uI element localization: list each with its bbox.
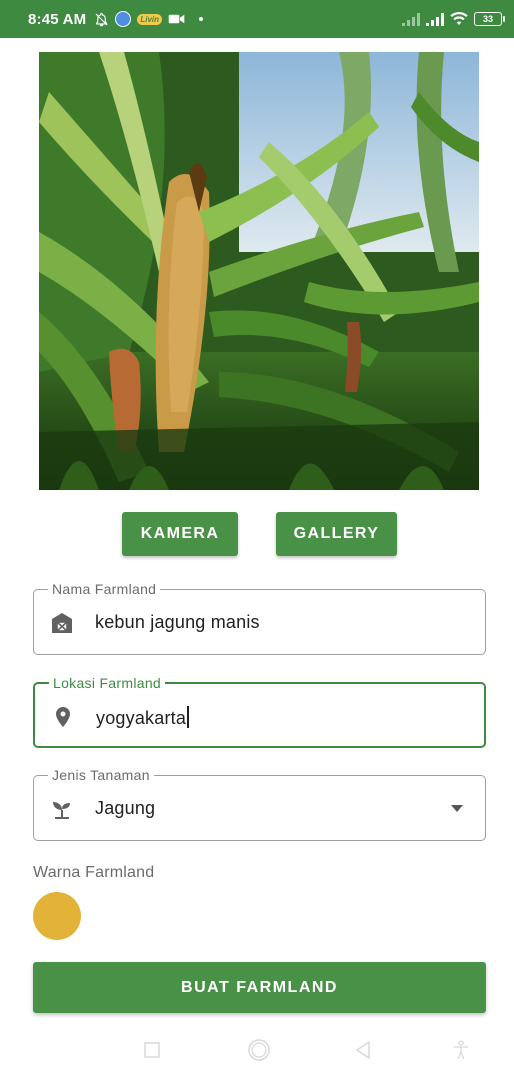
battery-icon: 33 [474, 12, 505, 26]
circle-icon [248, 1039, 270, 1061]
crop-type-label: Jenis Tanaman [48, 767, 154, 783]
back-triangle-icon [355, 1041, 370, 1059]
farmland-photo[interactable] [39, 52, 479, 490]
farmland-location-label: Lokasi Farmland [49, 675, 165, 691]
barn-icon [52, 613, 72, 633]
farmland-color-picker[interactable] [33, 892, 81, 940]
dropdown-arrow-icon[interactable] [451, 805, 463, 812]
crop-type-dropdown[interactable]: Jenis Tanaman Jagung [33, 767, 486, 841]
farmland-location-field[interactable]: Lokasi Farmland yogyakarta [33, 675, 486, 748]
corn-field-photo [39, 52, 479, 490]
status-time: 8:45 AM [28, 10, 87, 28]
location-pin-icon [56, 707, 70, 727]
farmland-color-label: Warna Farmland [33, 864, 155, 881]
video-icon [168, 14, 185, 24]
farmland-name-input[interactable]: kebun jagung manis [95, 612, 260, 633]
livin-badge: Livin [137, 13, 163, 25]
text-cursor [187, 706, 190, 728]
system-icons: 33 [402, 12, 505, 26]
system-nav-bar [0, 1030, 514, 1070]
accessibility-icon [454, 1040, 468, 1060]
square-icon [144, 1042, 160, 1058]
bell-off-icon [95, 12, 108, 26]
create-farmland-button[interactable]: BUAT FARMLAND [33, 962, 486, 1013]
status-bar: 8:45 AM Livin 33 [0, 0, 514, 38]
signal-icon-2 [426, 12, 444, 26]
home-button[interactable] [247, 1038, 271, 1062]
recent-apps-button[interactable] [140, 1038, 164, 1062]
farmland-name-field[interactable]: Nama Farmland kebun jagung manis [33, 581, 486, 655]
farmland-name-label: Nama Farmland [48, 581, 161, 597]
farmland-location-input[interactable]: yogyakarta [96, 706, 190, 729]
notification-dot-icon [199, 17, 204, 21]
app-chip-icon [115, 11, 132, 27]
crop-type-value: Jagung [95, 798, 156, 818]
camera-button[interactable]: KAMERA [122, 512, 238, 556]
wifi-icon [450, 12, 468, 25]
gallery-button[interactable]: GALLERY [276, 512, 397, 556]
signal-icon [402, 12, 420, 26]
accessibility-button[interactable] [449, 1038, 473, 1062]
farmland-location-value: yogyakarta [96, 708, 187, 728]
notification-icons: Livin [94, 11, 204, 27]
sprout-icon [53, 802, 70, 819]
back-button[interactable] [351, 1038, 375, 1062]
